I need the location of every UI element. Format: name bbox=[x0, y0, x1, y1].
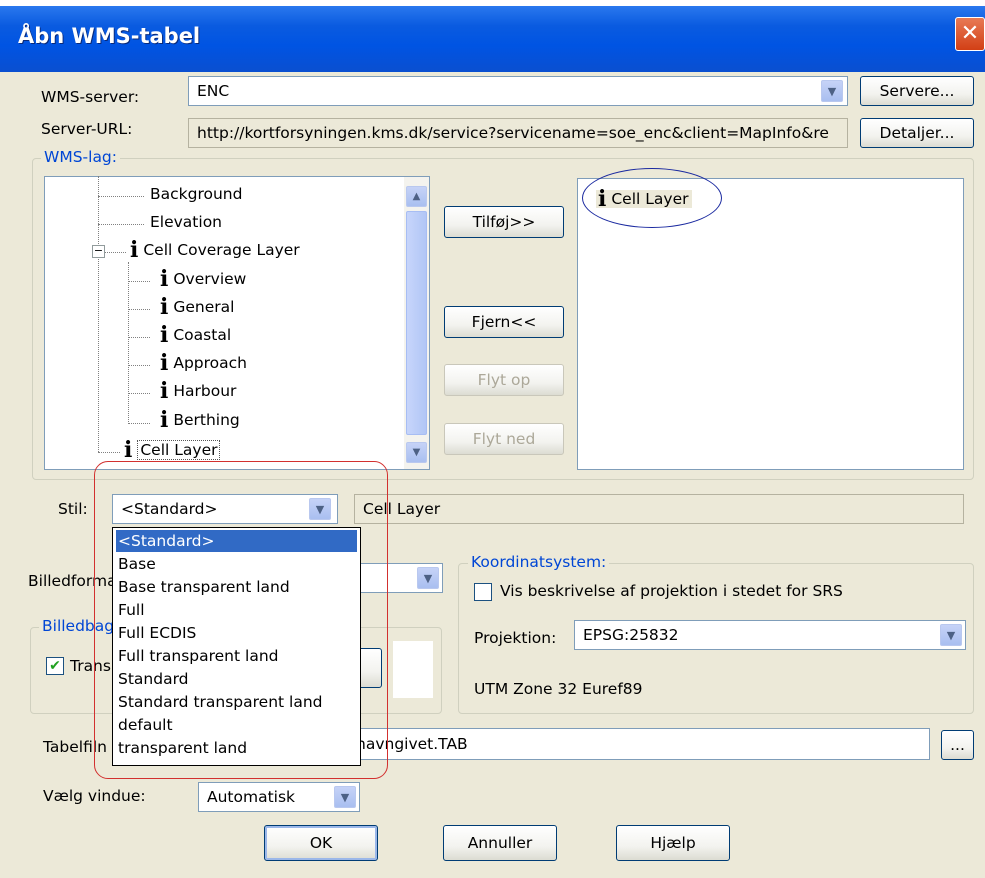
wms-server-combo[interactable]: ENC bbox=[188, 76, 848, 106]
utm-zone-label: UTM Zone 32 Euref89 bbox=[474, 680, 643, 698]
tree-item-harbour[interactable]: i Harbour bbox=[160, 378, 237, 404]
vaelg-vindue-label: Vælg vindue: bbox=[43, 787, 146, 805]
tree-connector bbox=[128, 365, 150, 366]
info-icon: i bbox=[160, 407, 169, 433]
tree-item-cell-coverage-layer[interactable]: i Cell Coverage Layer bbox=[130, 237, 300, 263]
scroll-up-icon[interactable]: ▲ bbox=[406, 186, 427, 207]
tree-connector bbox=[98, 452, 120, 453]
info-icon: i bbox=[160, 322, 169, 348]
tree-item-coastal[interactable]: i Coastal bbox=[160, 322, 232, 348]
ok-button[interactable]: OK bbox=[264, 825, 378, 861]
projektion-dropdown-icon[interactable]: ▼ bbox=[940, 624, 962, 646]
tree-item-general[interactable]: i General bbox=[160, 294, 235, 320]
wms-server-dropdown-icon[interactable]: ▼ bbox=[821, 80, 843, 102]
servere-button[interactable]: Servere... bbox=[860, 76, 974, 106]
flyt-ned-button[interactable]: Flyt ned bbox=[444, 423, 564, 455]
info-icon: i bbox=[124, 437, 133, 463]
stil-layer-name-field: Cell Layer bbox=[354, 494, 964, 524]
stil-label: Stil: bbox=[58, 500, 88, 518]
tree-item-label: Berthing bbox=[173, 411, 240, 429]
tree-connector bbox=[104, 252, 126, 253]
info-icon: i bbox=[130, 237, 139, 263]
server-url-value: http://kortforsyningen.kms.dk/service?se… bbox=[197, 124, 829, 142]
vaelg-vindue-dropdown-icon[interactable]: ▼ bbox=[334, 786, 356, 808]
title-bar: Åbn WMS-tabel bbox=[0, 6, 985, 72]
tree-connector bbox=[128, 423, 150, 424]
tree-item-label: Harbour bbox=[173, 382, 237, 400]
tree-item-label: Overview bbox=[173, 270, 247, 288]
tree-item-cell-layer[interactable]: i Cell Layer bbox=[124, 437, 221, 463]
tree-item-berthing[interactable]: i Berthing bbox=[160, 407, 240, 433]
hjaelp-button[interactable]: Hjælp bbox=[616, 825, 730, 861]
tree-connector bbox=[98, 176, 99, 452]
browse-button[interactable]: ... bbox=[941, 730, 974, 760]
tree-item-label: Approach bbox=[173, 354, 247, 372]
tree-item-label: Cell Layer bbox=[137, 440, 221, 460]
tree-connector bbox=[128, 309, 150, 310]
wms-server-value: ENC bbox=[197, 82, 230, 100]
tilfoej-button[interactable]: Tilføj>> bbox=[444, 206, 564, 238]
tree-item-elevation[interactable]: Elevation bbox=[150, 213, 222, 231]
tree-connector bbox=[98, 224, 144, 225]
tree-item-background[interactable]: Background bbox=[150, 185, 242, 203]
transparent-checkbox[interactable]: ✔ bbox=[46, 657, 64, 675]
wms-server-label: WMS-server: bbox=[41, 88, 140, 106]
red-box-annotation bbox=[94, 461, 388, 779]
flyt-op-button[interactable]: Flyt op bbox=[444, 364, 564, 396]
collapse-icon[interactable]: − bbox=[92, 245, 105, 258]
tree-connector bbox=[128, 262, 129, 424]
tree-item-label: Elevation bbox=[150, 213, 222, 231]
info-icon: i bbox=[160, 350, 169, 376]
tree-connector bbox=[98, 196, 144, 197]
scroll-down-icon[interactable]: ▼ bbox=[406, 442, 427, 463]
tree-item-label: Background bbox=[150, 185, 243, 203]
vaelg-vindue-value: Automatisk bbox=[207, 788, 296, 806]
tree-item-label: General bbox=[173, 298, 235, 316]
server-url-label: Server-URL: bbox=[41, 120, 133, 138]
annuller-button[interactable]: Annuller bbox=[443, 825, 557, 861]
detaljer-button[interactable]: Detaljer... bbox=[860, 118, 974, 148]
color-swatch bbox=[393, 641, 433, 698]
info-icon: i bbox=[160, 266, 169, 292]
billedformat-dropdown-icon[interactable]: ▼ bbox=[417, 567, 439, 589]
projektion-value: EPSG:25832 bbox=[583, 626, 679, 644]
close-button[interactable]: ✕ bbox=[955, 17, 985, 51]
tree-connector bbox=[128, 337, 150, 338]
vis-beskrivelse-checkbox[interactable] bbox=[474, 583, 492, 601]
scroll-thumb[interactable] bbox=[406, 211, 427, 435]
info-icon: i bbox=[160, 294, 169, 320]
koordinatsystem-label: Koordinatsystem: bbox=[468, 553, 610, 571]
server-url-field: http://kortforsyningen.kms.dk/service?se… bbox=[188, 118, 848, 148]
window-title: Åbn WMS-tabel bbox=[18, 24, 201, 48]
tree-item-approach[interactable]: i Approach bbox=[160, 350, 247, 376]
vis-beskrivelse-label: Vis beskrivelse af projektion i stedet f… bbox=[500, 582, 843, 600]
fjern-button[interactable]: Fjern<< bbox=[444, 306, 564, 338]
tree-connector bbox=[128, 281, 150, 282]
tree-item-label: Coastal bbox=[173, 326, 232, 344]
projektion-label: Projektion: bbox=[474, 629, 557, 647]
tree-connector bbox=[128, 393, 150, 394]
tree-item-overview[interactable]: i Overview bbox=[160, 266, 247, 292]
tree-item-label: Cell Coverage Layer bbox=[143, 241, 300, 259]
projektion-combo[interactable]: EPSG:25832 bbox=[574, 620, 966, 650]
wms-lag-label: WMS-lag: bbox=[41, 148, 120, 166]
blue-ellipse-annotation bbox=[582, 168, 722, 228]
info-icon: i bbox=[160, 378, 169, 404]
